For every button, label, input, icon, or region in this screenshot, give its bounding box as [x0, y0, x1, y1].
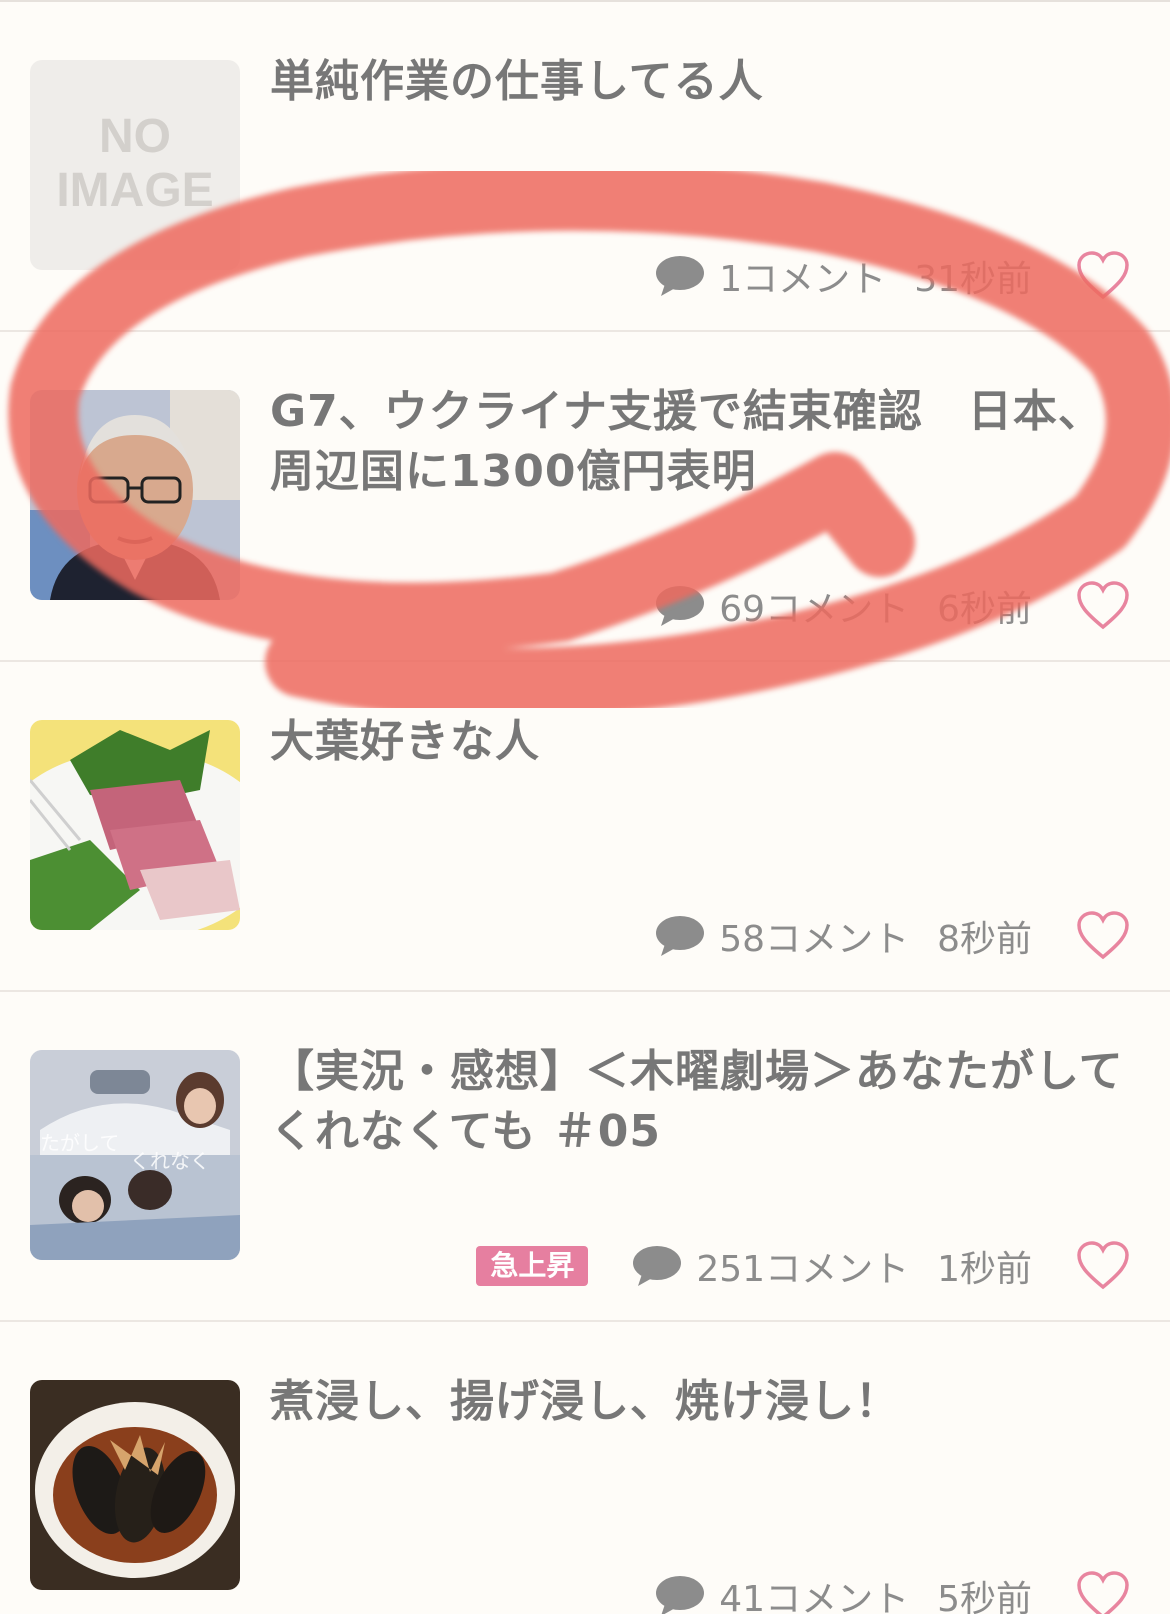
topic-meta: 41コメント 5秒前	[655, 1566, 1130, 1614]
list-item[interactable]: G7、ウクライナ支援で結束確認 日本、 周辺国に1300億円表明 69コメント …	[0, 332, 1170, 662]
comment-bubble-icon	[656, 1576, 705, 1614]
topic-meta: 58コメント 8秒前	[655, 906, 1130, 966]
comment-bubble-icon	[656, 586, 705, 626]
comment-count: 1コメント	[719, 259, 887, 300]
topic-meta: 69コメント 6秒前	[655, 576, 1130, 636]
topic-title-line: 周辺国に1300億円表明	[270, 446, 757, 497]
no-image-thumbnail[interactable]: NO IMAGE	[30, 60, 240, 270]
heart-icon[interactable]	[1076, 911, 1130, 961]
heart-icon[interactable]	[1076, 581, 1130, 631]
comment-bubble-icon	[656, 916, 705, 956]
sashimi-photo-thumbnail[interactable]	[30, 720, 240, 930]
timestamp: 8秒前	[937, 919, 1032, 960]
comment-count: 41コメント	[719, 1579, 910, 1614]
timestamp: 1秒前	[937, 1249, 1032, 1290]
svg-text:IMAGE: IMAGE	[56, 164, 213, 217]
politician-photo-thumbnail[interactable]	[30, 390, 240, 600]
svg-text:NO: NO	[99, 110, 171, 163]
topic-meta: 1コメント 31秒前	[655, 246, 1130, 306]
svg-text:たがして: たがして	[40, 1131, 119, 1155]
heart-icon[interactable]	[1076, 1241, 1130, 1291]
topic-title-line: くれなくても ＃05	[270, 1106, 662, 1157]
topic-title[interactable]: 単純作業の仕事してる人	[270, 52, 1130, 112]
topic-meta: 急上昇 251コメント 1秒前	[476, 1236, 1130, 1296]
comment-count: 69コメント	[719, 589, 910, 630]
eggplant-dish-thumbnail[interactable]	[30, 1380, 240, 1590]
list-item[interactable]: 煮浸し、揚げ浸し、焼け浸し！ 41コメント 5秒前	[0, 1322, 1170, 1614]
comment-bubble-icon	[656, 256, 705, 296]
topic-title[interactable]: 【実況・感想】＜木曜劇場＞あなたがして くれなくても ＃05	[270, 1042, 1130, 1162]
list-item[interactable]: 大葉好きな人 58コメント 8秒前	[0, 662, 1170, 992]
comment-count: 251コメント	[696, 1249, 910, 1290]
list-item[interactable]: NO IMAGE 単純作業の仕事してる人 1コメント 31秒前	[0, 2, 1170, 332]
timestamp: 31秒前	[914, 259, 1032, 300]
list-item[interactable]: たがして くれなく 【実況・感想】＜木曜劇場＞あなたがして くれなくても ＃05…	[0, 992, 1170, 1322]
trending-badge: 急上昇	[476, 1246, 589, 1286]
svg-text:くれなく: くれなく	[130, 1149, 210, 1173]
comment-bubble-icon	[633, 1246, 682, 1286]
timestamp: 5秒前	[937, 1579, 1032, 1614]
heart-icon[interactable]	[1076, 251, 1130, 301]
timestamp: 6秒前	[937, 589, 1032, 630]
comment-count: 58コメント	[719, 919, 910, 960]
topic-title[interactable]: 煮浸し、揚げ浸し、焼け浸し！	[270, 1372, 1130, 1432]
topic-feed: NO IMAGE 単純作業の仕事してる人 1コメント 31秒前 G7、ウクライナ…	[0, 0, 1170, 1614]
topic-title-line: G7、ウクライナ支援で結束確認 日本、	[270, 386, 1103, 437]
topic-title-line: 【実況・感想】＜木曜劇場＞あなたがして	[270, 1046, 1124, 1097]
topic-title[interactable]: G7、ウクライナ支援で結束確認 日本、 周辺国に1300億円表明	[270, 382, 1130, 502]
topic-title[interactable]: 大葉好きな人	[270, 712, 1130, 772]
heart-icon[interactable]	[1076, 1571, 1130, 1614]
drama-photo-thumbnail[interactable]: たがして くれなく	[30, 1050, 240, 1260]
